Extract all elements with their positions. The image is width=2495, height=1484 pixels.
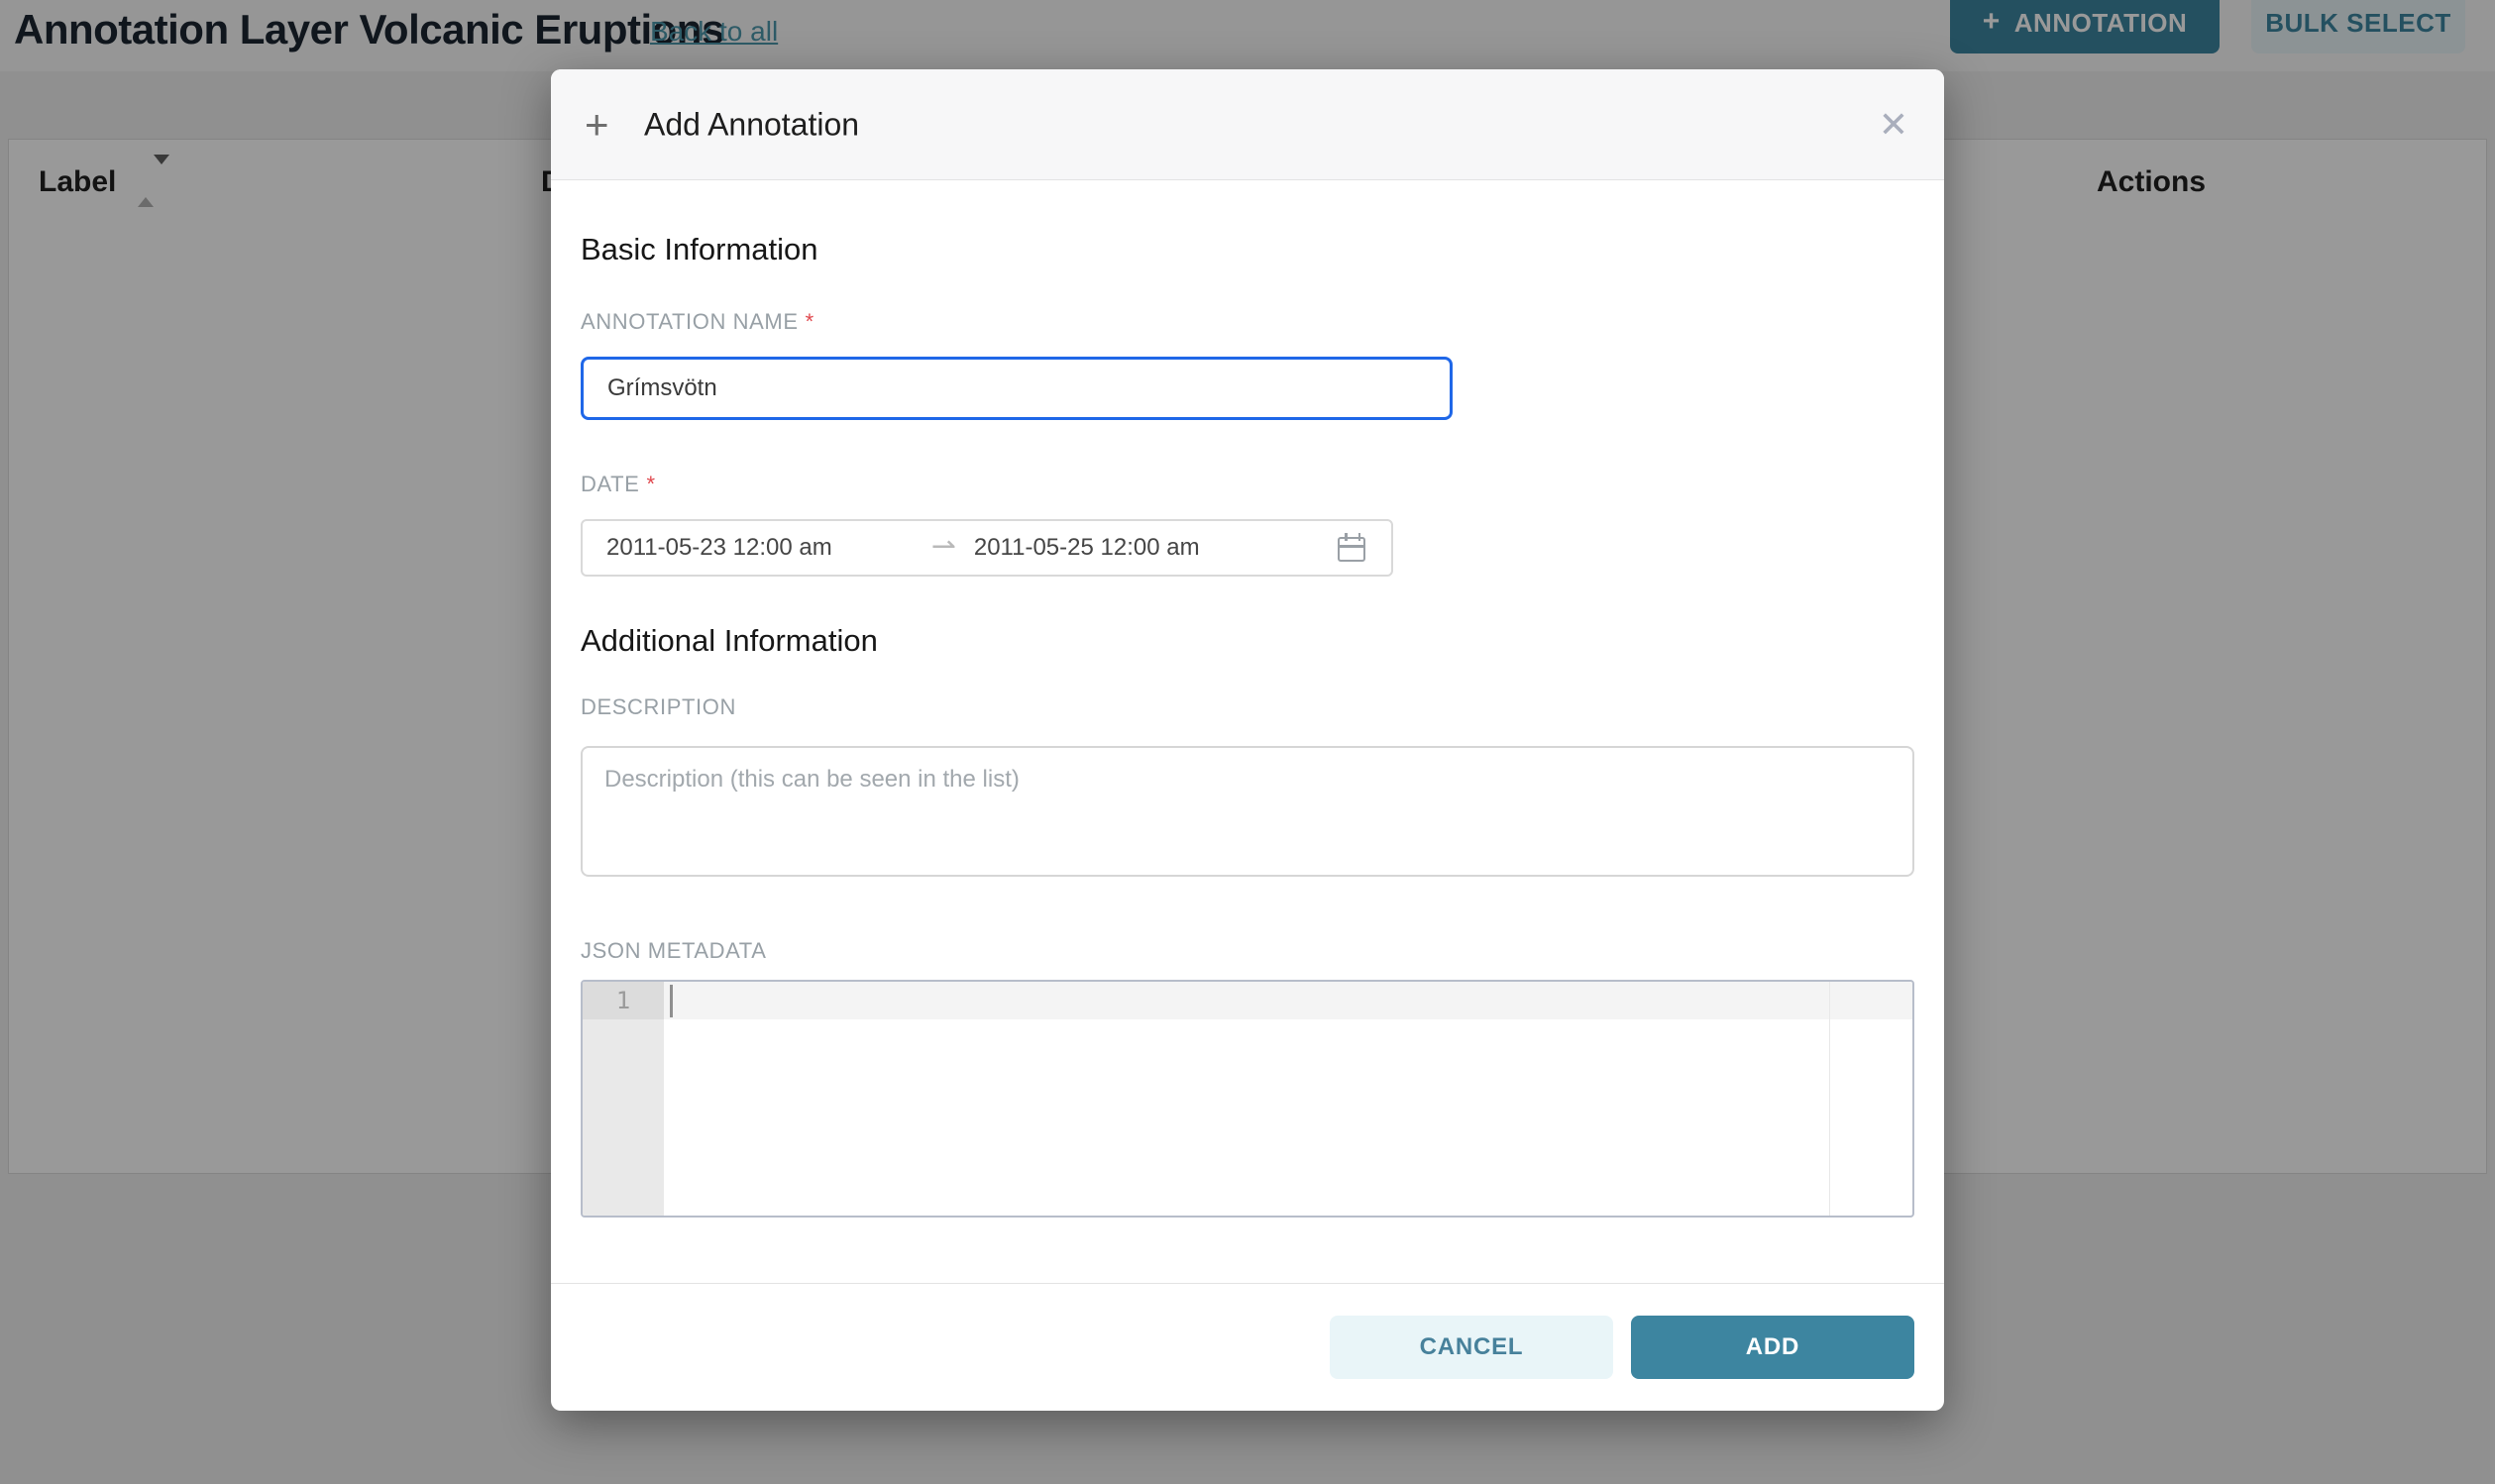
editor-active-line bbox=[664, 982, 1912, 1019]
add-button[interactable]: ADD bbox=[1631, 1316, 1914, 1379]
required-asterisk: * bbox=[806, 309, 814, 334]
description-textarea[interactable] bbox=[581, 746, 1914, 877]
modal-title: Add Annotation bbox=[644, 106, 859, 143]
editor-cursor bbox=[670, 985, 673, 1017]
date-start-value[interactable]: 2011-05-23 12:00 am bbox=[606, 534, 832, 562]
date-label: DATE* bbox=[581, 472, 1914, 497]
date-end-value[interactable]: 2011-05-25 12:00 am bbox=[974, 534, 1200, 562]
range-arrow-icon: ⇀ bbox=[931, 529, 956, 564]
json-metadata-label: JSON METADATA bbox=[581, 938, 1914, 964]
description-label: DESCRIPTION bbox=[581, 694, 1914, 720]
json-metadata-editor[interactable]: 1 bbox=[581, 980, 1914, 1218]
add-annotation-modal: + Add Annotation ✕ Basic Information ANN… bbox=[551, 69, 1944, 1411]
close-icon[interactable]: ✕ bbox=[1879, 107, 1908, 143]
modal-header: + Add Annotation ✕ bbox=[551, 69, 1944, 180]
required-asterisk: * bbox=[646, 472, 655, 496]
cancel-button[interactable]: CANCEL bbox=[1330, 1316, 1613, 1379]
modal-footer: CANCEL ADD bbox=[551, 1283, 1944, 1411]
date-range-picker[interactable]: 2011-05-23 12:00 am ⇀ 2011-05-25 12:00 a… bbox=[581, 519, 1393, 577]
plus-icon: + bbox=[585, 104, 609, 146]
section-additional-information: Additional Information bbox=[581, 623, 1914, 659]
editor-print-margin bbox=[1829, 982, 1830, 1216]
section-basic-information: Basic Information bbox=[581, 232, 1914, 267]
calendar-icon bbox=[1338, 533, 1367, 563]
editor-line-number: 1 bbox=[583, 982, 664, 1019]
annotation-name-label: ANNOTATION NAME* bbox=[581, 309, 1914, 335]
annotation-name-input[interactable] bbox=[581, 357, 1453, 420]
modal-body: Basic Information ANNOTATION NAME* DATE*… bbox=[551, 180, 1944, 1283]
